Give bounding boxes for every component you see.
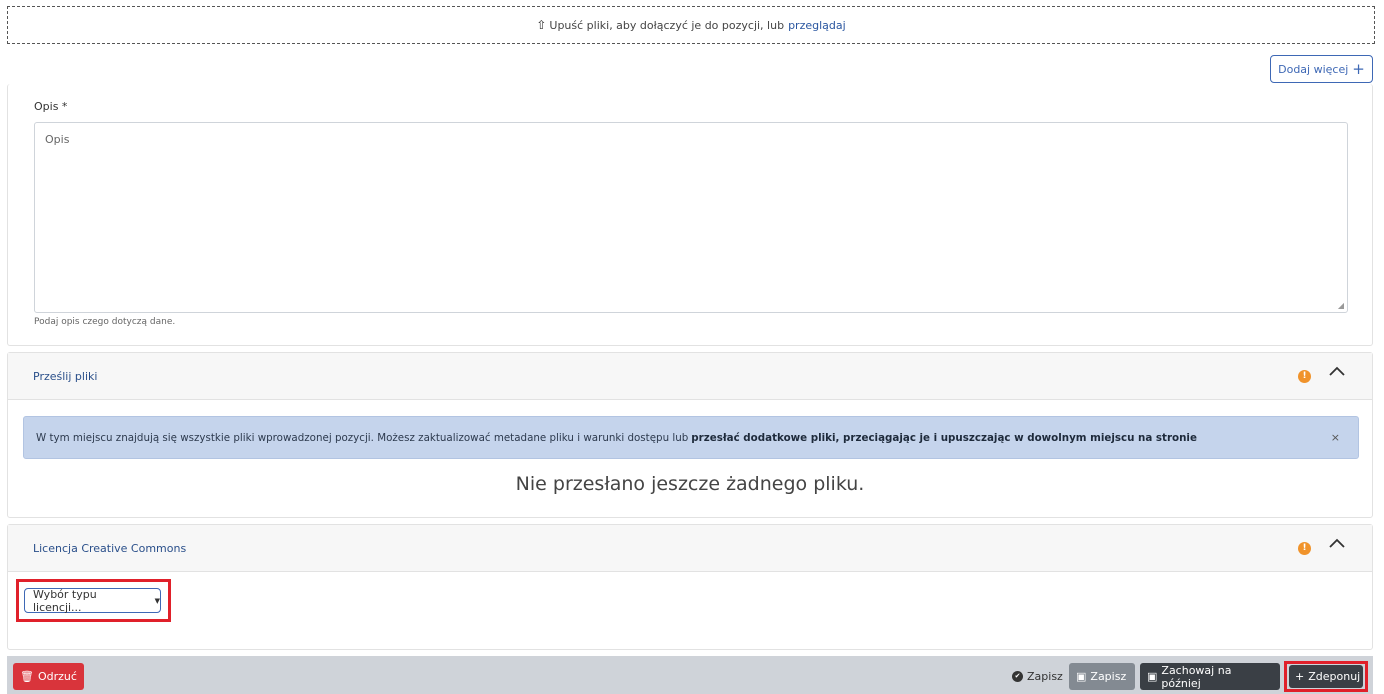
deposit-label: Zdeponuj: [1308, 670, 1361, 683]
upload-icon: ⇧: [536, 18, 547, 32]
warning-icon: !: [1298, 542, 1311, 555]
license-card: Licencja Creative Commons ! Wybór typu l…: [7, 524, 1373, 650]
save-later-label: Zachowaj na później: [1161, 663, 1232, 690]
floppy-icon: ▣: [1076, 670, 1087, 683]
info-text: W tym miejscu znajdują się wszystkie pli…: [36, 431, 689, 444]
license-title[interactable]: Licencja Creative Commons: [33, 542, 186, 555]
description-card: Opis * Opis ◢ Podaj opis czego dotyczą d…: [7, 84, 1373, 346]
deposit-highlight: + Zdeponuj: [1284, 661, 1368, 692]
file-dropzone[interactable]: ⇧ Upuść pliki, aby dołączyć je do pozycj…: [7, 6, 1375, 44]
description-label: Opis *: [34, 100, 68, 113]
deposit-button[interactable]: + Zdeponuj: [1289, 665, 1363, 688]
description-placeholder: Opis: [45, 133, 70, 146]
license-select-label: Wybór typu licencji...: [33, 587, 97, 614]
license-select-highlight: Wybór typu licencji... ▼: [16, 579, 171, 622]
action-footer: 🗑 Odrzuć ✔ Zapisz ▣ Zapisz ▣ Zachowaj na…: [7, 656, 1373, 694]
caret-down-icon: ▼: [154, 596, 160, 605]
discard-button[interactable]: 🗑 Odrzuć: [13, 663, 84, 690]
saved-status: ✔ Zapisz: [1012, 670, 1063, 683]
plus-icon: +: [1295, 670, 1305, 683]
add-more-label: Dodaj więcej: [1278, 62, 1349, 76]
browse-link[interactable]: przeglądaj: [788, 19, 846, 32]
description-textarea[interactable]: Opis ◢: [34, 122, 1348, 313]
no-files-message: Nie przesłano jeszcze żadnego pliku.: [515, 473, 865, 495]
save-label: Zapisz: [1090, 670, 1127, 683]
add-more-button[interactable]: Dodaj więcej +: [1270, 55, 1373, 83]
chevron-up-icon[interactable]: [1328, 537, 1346, 549]
license-header[interactable]: Licencja Creative Commons !: [8, 525, 1372, 572]
close-icon[interactable]: ×: [1331, 431, 1340, 444]
dropzone-text: Upuść pliki, aby dołączyć je do pozycji,…: [549, 18, 785, 32]
upload-files-card: Prześlij pliki ! W tym miejscu znajdują …: [7, 352, 1373, 518]
discard-label: Odrzuć: [37, 670, 77, 683]
floppy-icon: ▣: [1147, 670, 1158, 683]
trash-icon: 🗑: [20, 670, 34, 683]
license-type-dropdown[interactable]: Wybór typu licencji... ▼: [24, 587, 161, 614]
upload-files-title[interactable]: Prześlij pliki: [33, 370, 97, 383]
info-bold-text: przesłać dodatkowe pliki, przeciągając j…: [691, 431, 1197, 444]
save-button[interactable]: ▣ Zapisz: [1069, 663, 1135, 690]
plus-icon: +: [1352, 60, 1365, 78]
info-alert: W tym miejscu znajdują się wszystkie pli…: [23, 416, 1359, 459]
chevron-up-icon[interactable]: [1328, 365, 1346, 377]
check-circle-icon: ✔: [1012, 671, 1023, 682]
description-help: Podaj opis czego dotyczą dane.: [34, 317, 176, 327]
upload-files-header[interactable]: Prześlij pliki !: [8, 353, 1372, 400]
resize-handle-icon[interactable]: ◢: [1338, 301, 1344, 310]
save-for-later-button[interactable]: ▣ Zachowaj na później: [1140, 663, 1280, 690]
saved-status-label: Zapisz: [1027, 670, 1063, 683]
warning-icon: !: [1298, 370, 1311, 383]
